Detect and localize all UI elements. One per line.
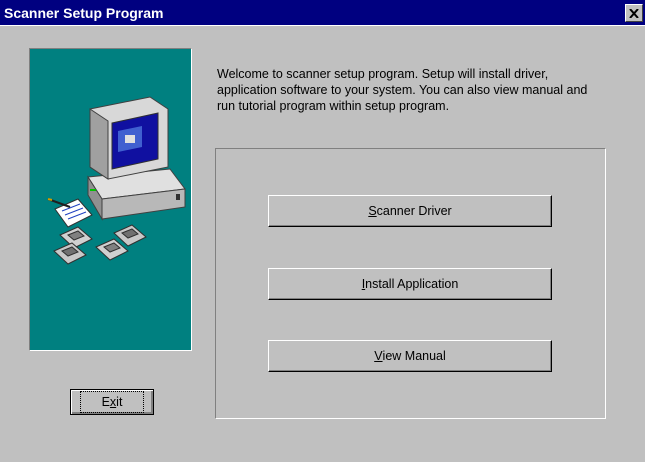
illustration-panel [29,48,192,351]
computer-illustration-icon [47,96,186,265]
close-icon [629,8,639,18]
exit-button[interactable]: Exit [70,389,154,415]
exit-focus-ring: Exit [79,391,145,413]
install-application-button[interactable]: Install Application [268,268,552,300]
exit-label-end: it [116,395,123,409]
view-manual-mnemonic: V [374,349,383,363]
scanner-driver-button[interactable]: Scanner Driver [268,195,552,227]
scanner-driver-mnemonic: S [368,204,377,218]
title-bar: Scanner Setup Program [0,0,645,26]
window-title: Scanner Setup Program [4,5,164,21]
view-manual-label: iew Manual [382,349,446,363]
welcome-text: Welcome to scanner setup program. Setup … [217,67,588,113]
install-application-label: nstall Application [365,277,459,291]
scanner-driver-label: canner Driver [376,204,452,218]
close-button[interactable] [625,4,643,22]
view-manual-button[interactable]: View Manual [268,340,552,372]
exit-label-start: E [101,395,110,409]
